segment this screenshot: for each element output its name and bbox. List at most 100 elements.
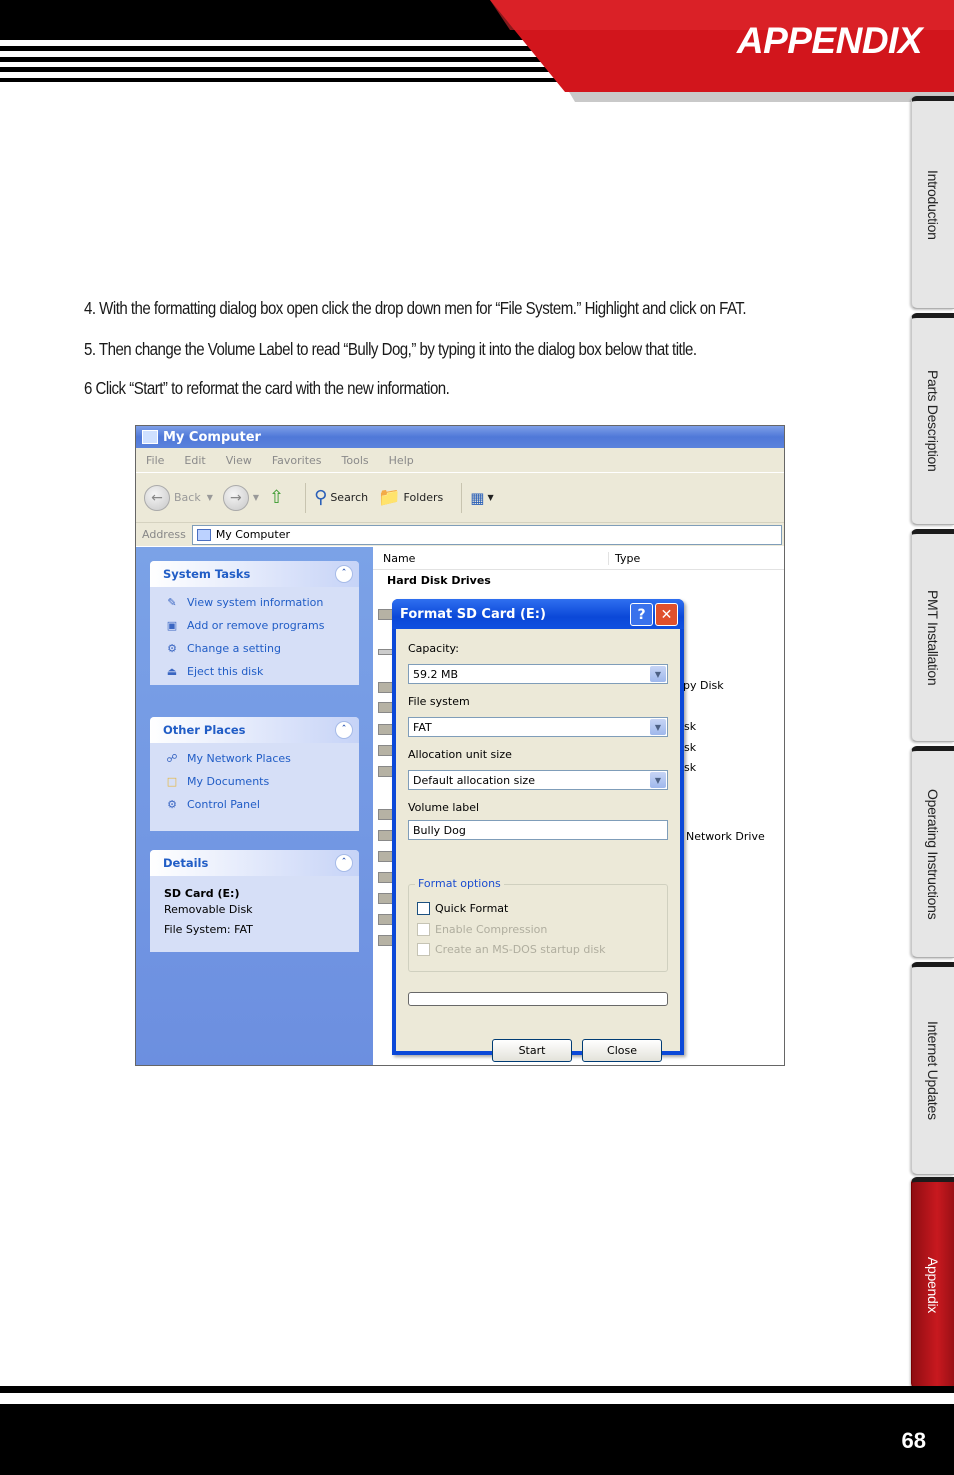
dialog-title: Format SD Card (E:) [400, 606, 546, 622]
footer-bar [0, 1404, 954, 1475]
panel-title: Details [163, 856, 209, 870]
capacity-select[interactable]: 59.2 MB ▼ [408, 664, 668, 684]
up-button[interactable]: ⇧ [269, 487, 287, 508]
file-system-value: FAT [413, 720, 432, 734]
address-label: Address [142, 528, 186, 541]
system-tasks-header[interactable]: System Tasks ˆ [150, 561, 359, 587]
footer-rule [0, 1386, 954, 1393]
system-info-icon: ✎ [167, 596, 177, 609]
quick-format-checkbox[interactable]: Quick Format [417, 902, 508, 915]
place-label: My Network Places [187, 752, 291, 765]
volume-label-input[interactable]: Bully Dog [408, 820, 668, 840]
menu-favorites[interactable]: Favorites [272, 454, 322, 467]
collapse-chevron-icon[interactable]: ˆ [335, 854, 353, 872]
menu-view[interactable]: View [226, 454, 252, 467]
menu-edit[interactable]: Edit [184, 454, 205, 467]
type-fragment: sk [684, 720, 697, 733]
tab-label: Operating Instructions [925, 788, 941, 920]
tab-pmt-installation[interactable]: PMT Installation [911, 529, 954, 742]
folders-label: Folders [403, 491, 444, 504]
place-my-documents[interactable]: □ My Documents [150, 770, 359, 793]
task-view-system-info[interactable]: ✎ View system information [150, 591, 359, 614]
chevron-down-icon: ▼ [650, 666, 666, 682]
search-icon: ⚲ [314, 487, 328, 508]
help-button[interactable]: ? [630, 603, 653, 626]
column-name[interactable]: Name [373, 551, 609, 565]
tab-appendix[interactable]: Appendix [911, 1177, 954, 1389]
folder-icon: 📁 [378, 487, 401, 508]
page-number: 68 [901, 1428, 926, 1453]
group-hard-disk-drives: Hard Disk Drives [387, 574, 491, 587]
details-header[interactable]: Details ˆ [150, 850, 359, 876]
allocation-label: Allocation unit size [408, 748, 512, 761]
task-eject-disk[interactable]: ⏏ Eject this disk [150, 660, 359, 683]
place-control-panel[interactable]: ⚙ Control Panel [150, 793, 359, 816]
start-button[interactable]: Start [492, 1039, 572, 1062]
checkbox-label: Create an MS-DOS startup disk [435, 943, 606, 956]
tab-label: Internet Updates [925, 1021, 941, 1120]
collapse-chevron-icon[interactable]: ˆ [335, 721, 353, 739]
enable-compression-checkbox: Enable Compression [417, 923, 547, 936]
chevron-down-icon: ▼ [252, 493, 260, 502]
chevron-down-icon: ▼ [650, 719, 666, 735]
place-label: Control Panel [187, 798, 260, 811]
close-button[interactable]: Close [582, 1039, 662, 1062]
close-icon[interactable]: ✕ [655, 603, 678, 626]
collapse-chevron-icon[interactable]: ˆ [335, 565, 353, 583]
menu-help[interactable]: Help [389, 454, 414, 467]
control-panel-icon: ⚙ [167, 798, 177, 811]
address-value: My Computer [215, 528, 290, 541]
tab-parts-description[interactable]: Parts Description [911, 313, 954, 525]
tab-operating-instructions[interactable]: Operating Instructions [911, 746, 954, 958]
chevron-down-icon: ▼ [206, 493, 213, 502]
details-name: SD Card (E:) [164, 887, 240, 900]
task-label: View system information [187, 596, 324, 609]
step-5: 5. Then change the Volume Label to read … [84, 339, 697, 359]
tab-label: PMT Installation [925, 589, 941, 686]
volume-label-label: Volume label [408, 801, 480, 814]
views-button[interactable]: ▦ ▼ [470, 489, 493, 507]
address-field[interactable]: My Computer [191, 524, 782, 545]
other-places-header[interactable]: Other Places ˆ [150, 717, 359, 743]
file-system-label: File system [408, 695, 470, 708]
documents-folder-icon: □ [166, 775, 178, 788]
details-kind: Removable Disk [164, 903, 253, 916]
allocation-select[interactable]: Default allocation size ▼ [408, 770, 668, 790]
back-button[interactable]: ← Back ▼ [144, 484, 213, 511]
step-6: 6 Click “Start” to reformat the card wit… [84, 378, 450, 398]
task-pane: System Tasks ˆ ✎ View system information … [136, 547, 373, 1065]
section-title: APPENDIX [736, 20, 923, 61]
back-arrow-icon: ← [144, 484, 170, 511]
format-progress-bar [408, 992, 668, 1006]
forward-button[interactable]: → ▼ [222, 484, 260, 511]
tab-label: Appendix [925, 1257, 941, 1313]
toolbar: ← Back ▼ → ▼ ⇧ ⚲ Search 📁 Folders ▦ ▼ [136, 472, 784, 522]
computer-icon [196, 528, 211, 541]
file-system-select[interactable]: FAT ▼ [408, 717, 668, 737]
settings-icon: ⚙ [167, 642, 177, 655]
tab-introduction[interactable]: Introduction [911, 96, 954, 309]
allocation-value: Default allocation size [413, 773, 535, 787]
type-floppy-fragment: py Disk [683, 679, 724, 692]
menu-file[interactable]: File [146, 454, 164, 467]
volume-label-value: Bully Dog [413, 823, 466, 837]
column-type[interactable]: Type [609, 552, 640, 565]
capacity-label: Capacity: [408, 642, 459, 655]
menu-tools[interactable]: Tools [342, 454, 369, 467]
task-change-setting[interactable]: ⚙ Change a setting [150, 637, 359, 660]
place-label: My Documents [187, 775, 270, 788]
tab-internet-updates[interactable]: Internet Updates [911, 962, 954, 1175]
tab-label: Introduction [925, 169, 941, 240]
chevron-down-icon: ▼ [487, 493, 494, 502]
format-options-legend: Format options [415, 877, 504, 890]
details-panel: Details ˆ SD Card (E:) Removable Disk Fi… [150, 850, 359, 952]
task-add-remove-programs[interactable]: ▣ Add or remove programs [150, 614, 359, 637]
place-my-network[interactable]: ☍ My Network Places [150, 747, 359, 770]
search-button[interactable]: ⚲ Search [314, 487, 368, 508]
other-places-panel: Other Places ˆ ☍ My Network Places □ My Do… [150, 717, 359, 831]
checkbox-box [417, 943, 430, 956]
dialog-body: Capacity: 59.2 MB ▼ File system FAT ▼ Al… [396, 629, 680, 1062]
checkbox-box [417, 902, 430, 915]
programs-icon: ▣ [166, 619, 178, 632]
folders-button[interactable]: 📁 Folders [378, 487, 443, 508]
